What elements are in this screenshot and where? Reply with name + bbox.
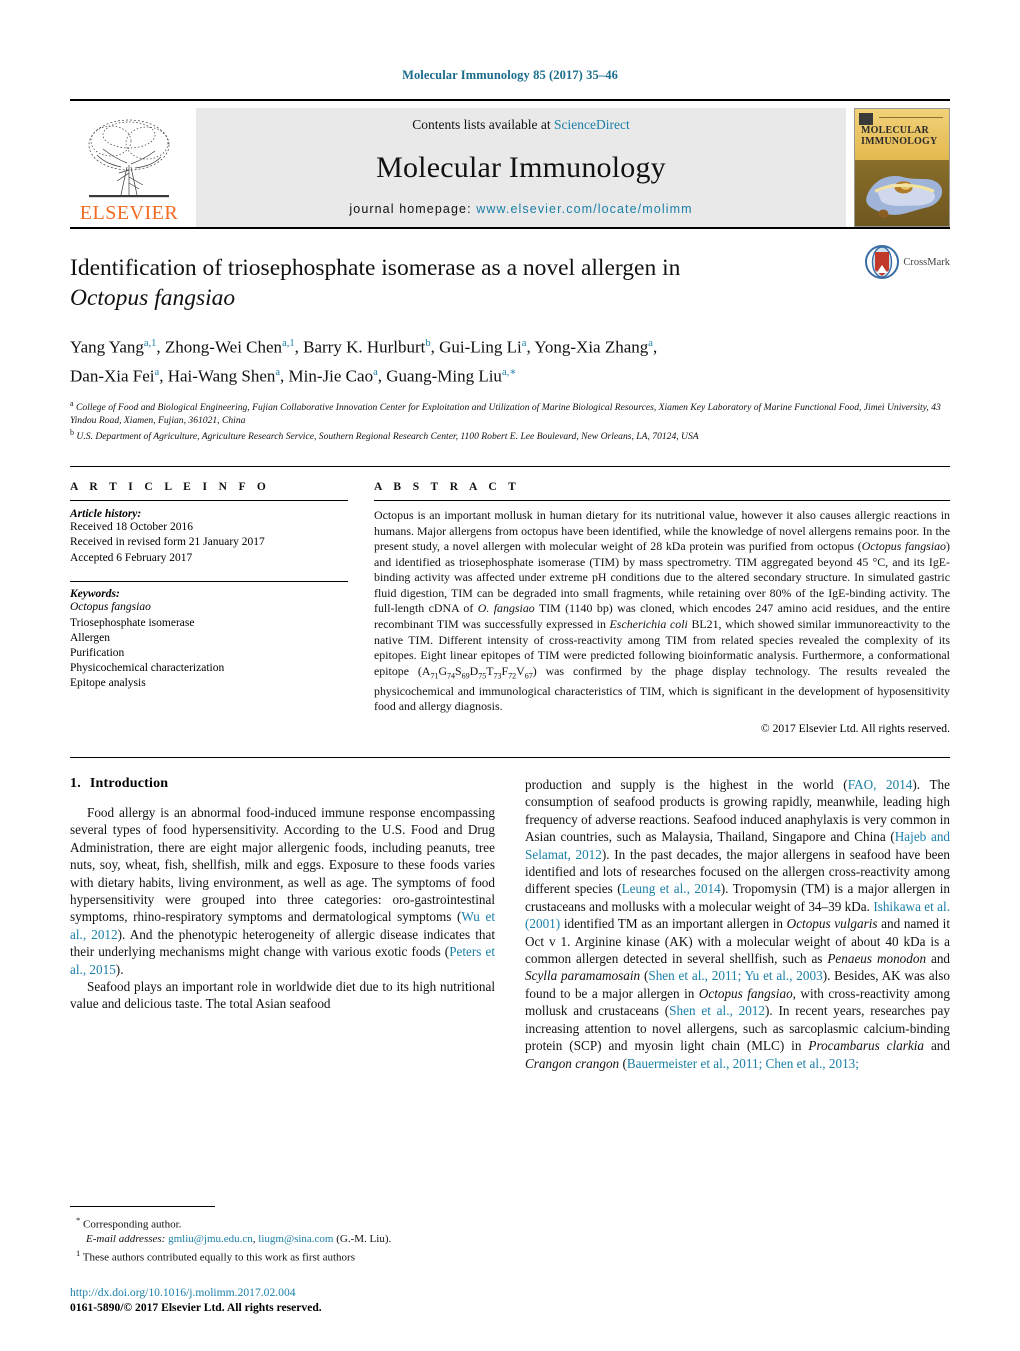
keyword-item: Physicochemical characterization bbox=[70, 662, 225, 675]
doi-link[interactable]: http://dx.doi.org/10.1016/j.molimm.2017.… bbox=[70, 1285, 570, 1300]
article-page: Molecular Immunology 85 (2017) 35–46 ELS… bbox=[0, 0, 1020, 1351]
article-info-heading: A R T I C L E I N F O bbox=[70, 480, 271, 493]
keyword-item: Purification bbox=[70, 647, 125, 660]
author-line-2: Dan-Xia Feia, Hai-Wang Shena, Min-Jie Ca… bbox=[70, 366, 517, 386]
sciencedirect-link[interactable]: ScienceDirect bbox=[554, 117, 630, 132]
journal-masthead: ELSEVIER Contents lists available at Sci… bbox=[70, 99, 950, 227]
info-abstract-region: A R T I C L E I N F O Article history: R… bbox=[70, 467, 950, 735]
title-species: Octopus fangsiao bbox=[70, 285, 236, 311]
title-main: Identification of triosephosphate isomer… bbox=[70, 255, 681, 281]
masthead-center: Contents lists available at ScienceDirec… bbox=[196, 108, 846, 227]
affiliations: a College of Food and Biological Enginee… bbox=[70, 398, 950, 444]
elsevier-tree-icon bbox=[88, 119, 170, 198]
author-line-1: Yang Yanga,1, Zhong-Wei Chena,1, Barry K… bbox=[70, 337, 658, 357]
paragraph: Food allergy is an abnormal food-induced… bbox=[70, 805, 495, 977]
author-list: Yang Yanga,1, Zhong-Wei Chena,1, Barry K… bbox=[70, 331, 950, 388]
homepage-prefix: journal homepage: bbox=[349, 202, 477, 216]
affiliation-b: b U.S. Department of Agriculture, Agricu… bbox=[70, 428, 699, 443]
abstract-column: A B S T R A C T Octopus is an important … bbox=[374, 481, 950, 735]
section-heading-introduction: 1. Introduction bbox=[70, 776, 495, 792]
body-column-right: production and supply is the highest in … bbox=[525, 776, 950, 1072]
paragraph: production and supply is the highest in … bbox=[525, 777, 951, 1071]
footnote-equal-contribution: 1 These authors contributed equally to t… bbox=[76, 1248, 355, 1264]
crossmark-badge[interactable]: CrossMark bbox=[865, 245, 950, 279]
contents-prefix: Contents lists available at bbox=[412, 117, 554, 132]
crossmark-label: CrossMark bbox=[903, 256, 950, 268]
article-history-label: Article history: bbox=[70, 507, 142, 520]
keyword-item: Allergen bbox=[70, 631, 111, 644]
cover-publisher-mark bbox=[859, 113, 873, 125]
footer-block: http://dx.doi.org/10.1016/j.molimm.2017.… bbox=[70, 1285, 570, 1315]
footnote-rule bbox=[70, 1206, 215, 1208]
history-received: Received 18 October 2016 bbox=[70, 520, 193, 533]
footnote-email-addresses: E-mail addresses: gmliu@jmu.edu.cn, liug… bbox=[86, 1232, 392, 1245]
history-accepted: Accepted 6 February 2017 bbox=[70, 551, 193, 564]
keyword-item: Triosephosphate isomerase bbox=[70, 616, 195, 629]
elsevier-logo: ELSEVIER bbox=[70, 108, 188, 227]
journal-homepage-link[interactable]: www.elsevier.com/locate/molimm bbox=[476, 202, 692, 216]
page-title: Identification of triosephosphate isomer… bbox=[70, 253, 780, 313]
article-info-column: A R T I C L E I N F O Article history: R… bbox=[70, 481, 348, 735]
keyword-item: Epitope analysis bbox=[70, 677, 146, 690]
journal-homepage-line: journal homepage: www.elsevier.com/locat… bbox=[349, 202, 692, 216]
section-number: 1. bbox=[70, 776, 81, 791]
cover-title: MOLECULAR IMMUNOLOGY bbox=[861, 125, 938, 147]
elsevier-wordmark: ELSEVIER bbox=[79, 202, 179, 224]
keywords-label: Keywords: bbox=[70, 588, 120, 601]
abstract-text: Octopus is an important mollusk in human… bbox=[374, 507, 951, 714]
journal-cover-thumbnail: MOLECULAR IMMUNOLOGY bbox=[854, 108, 950, 227]
cover-protein-graphic bbox=[866, 176, 943, 218]
abstract-copyright: © 2017 Elsevier Ltd. All rights reserved… bbox=[760, 722, 950, 735]
issn-copyright-line: 0161-5890/© 2017 Elsevier Ltd. All right… bbox=[70, 1301, 322, 1314]
abstract-heading: A B S T R A C T bbox=[374, 480, 521, 493]
body-columns: 1. Introduction Food allergy is an abnorm… bbox=[70, 758, 950, 1072]
title-block: CrossMark Identification of triosephosph… bbox=[70, 229, 950, 444]
crossmark-icon bbox=[865, 245, 900, 279]
body-column-left: 1. Introduction Food allergy is an abnorm… bbox=[70, 776, 495, 1072]
contents-list-line: Contents lists available at ScienceDirec… bbox=[412, 117, 629, 133]
affiliation-a: a College of Food and Biological Enginee… bbox=[70, 399, 941, 426]
footnote-zone: * Corresponding author. E-mail addresses… bbox=[70, 1206, 510, 1265]
paragraph: Seafood plays an important role in world… bbox=[70, 979, 495, 1012]
section-title: Introduction bbox=[89, 776, 169, 791]
history-revised: Received in revised form 21 January 2017 bbox=[70, 536, 265, 549]
keyword-item: Octopus fangsiao bbox=[70, 601, 151, 614]
running-head: Molecular Immunology 85 (2017) 35–46 bbox=[402, 68, 618, 82]
journal-title: Molecular Immunology bbox=[376, 150, 666, 184]
footnote-corresponding-author: * Corresponding author. bbox=[76, 1215, 182, 1231]
